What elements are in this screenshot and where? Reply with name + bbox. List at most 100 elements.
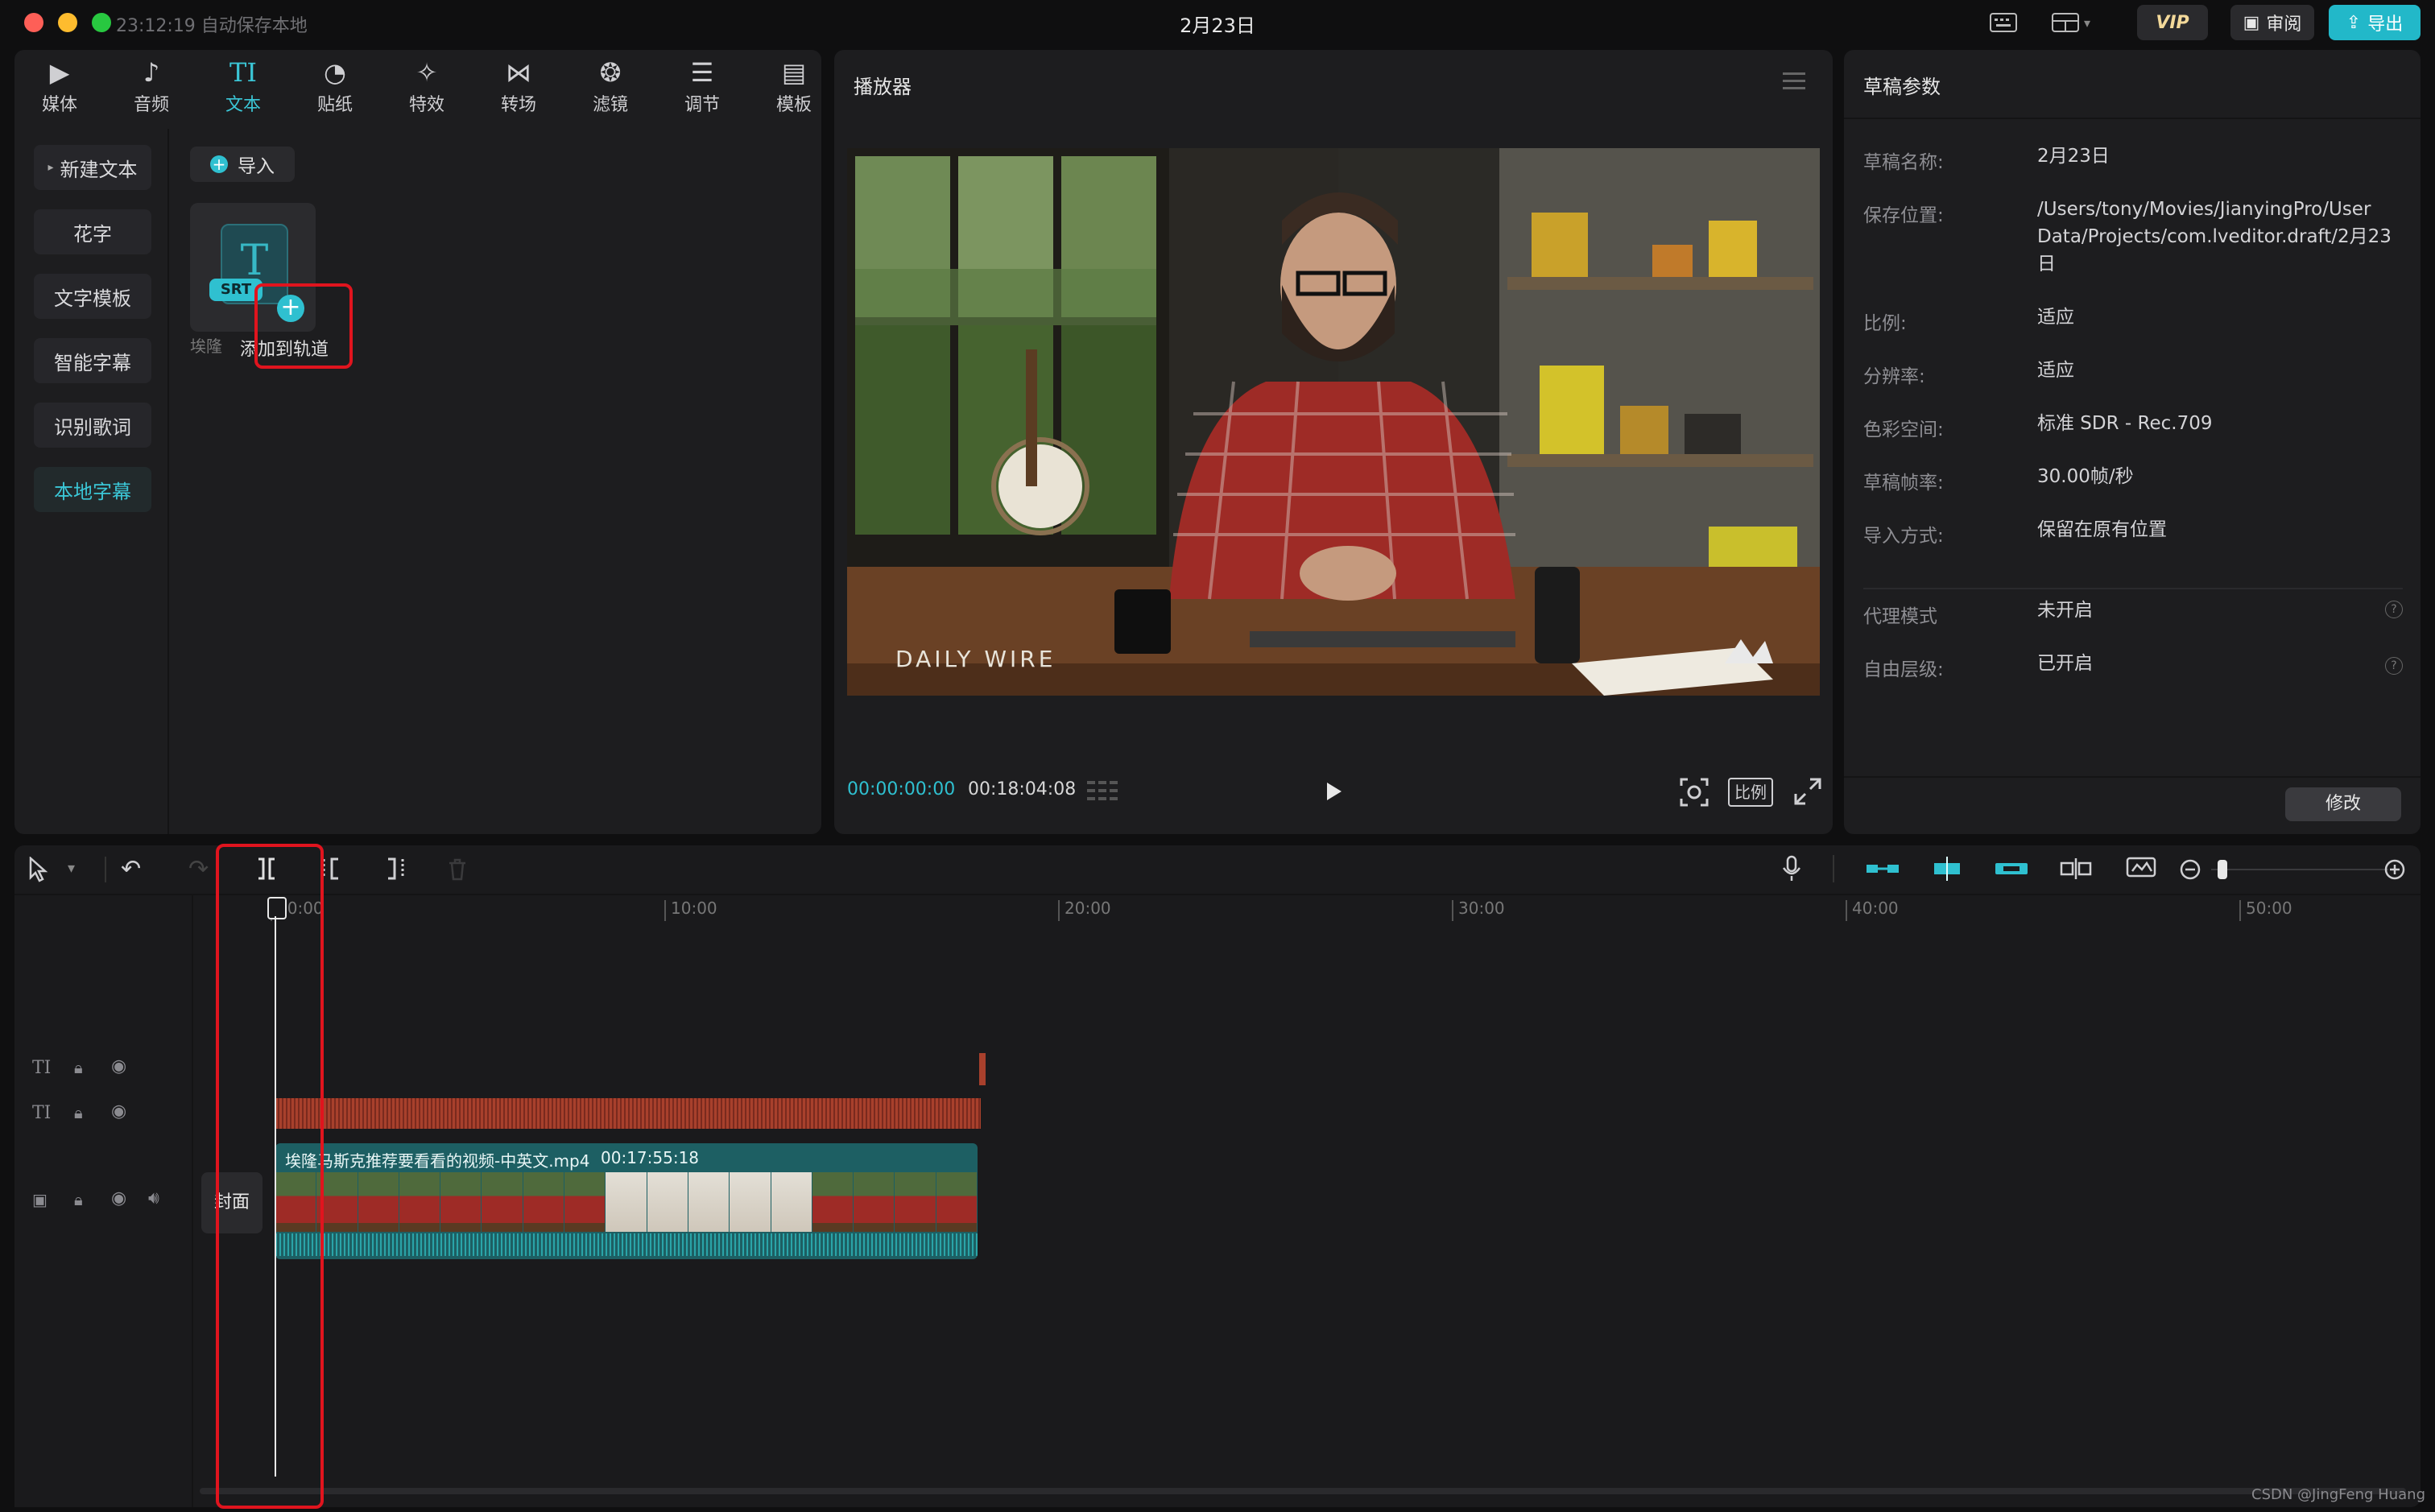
eye-icon[interactable]: ◉ [111, 1056, 126, 1076]
sidebar-item[interactable]: 文字模板 [34, 274, 151, 319]
filmstrip-thumbnail [936, 1172, 977, 1232]
microphone-icon[interactable] [1781, 855, 1802, 882]
export-button[interactable]: ⇪ 导出 [2329, 5, 2421, 40]
panel-divider [167, 129, 169, 834]
trim-right-icon[interactable] [385, 857, 406, 881]
layout-icon[interactable]: ▾ [2039, 5, 2103, 40]
linkage-icon[interactable] [1995, 860, 2028, 878]
subtitle-clip-end[interactable] [979, 1053, 986, 1085]
filmstrip-thumbnail [358, 1172, 399, 1232]
clip-waveform [275, 1233, 978, 1256]
library-item-name: 埃隆 [190, 337, 222, 356]
filmstrip-thumbnail [812, 1172, 854, 1232]
filter-icon: ❂ [599, 57, 622, 88]
menu-icon[interactable] [1783, 72, 1805, 92]
eye-icon[interactable]: ◉ [111, 1101, 126, 1122]
lock-icon[interactable]: 🔒︎ [74, 1190, 83, 1209]
review-button[interactable]: ▣ 审阅 [2230, 5, 2314, 40]
timeline-list-icon[interactable] [1087, 779, 1119, 802]
tab-adjust[interactable]: ☰ 调节 [662, 55, 742, 119]
tab-text[interactable]: TI 文本 [203, 55, 283, 119]
property-label: 比例: [1863, 313, 1907, 334]
filmstrip-thumbnail [399, 1172, 440, 1232]
player-total-time: 00:18:04:08 [968, 779, 1077, 799]
redo-icon[interactable]: ↷ [188, 855, 209, 883]
title-bar: 23:12:19 自动保存本地 2月23日 ▾ VIP ▣ 审阅 ⇪ 导出 [0, 0, 2435, 45]
ruler-tick [1846, 900, 1847, 921]
vip-button[interactable]: VIP [2137, 5, 2208, 40]
chevron-down-icon[interactable]: ▾ [68, 860, 75, 877]
tab-filter[interactable]: ❂ 滤镜 [570, 55, 651, 119]
help-icon[interactable]: ? [2385, 601, 2403, 618]
import-button[interactable]: + 导入 [190, 147, 295, 182]
property-value: 适应 [2037, 360, 2074, 381]
tab-label: 模板 [775, 95, 812, 115]
tab-transition[interactable]: ⋈ 转场 [478, 55, 559, 119]
eye-icon[interactable]: ◉ [111, 1188, 126, 1208]
link-main-track-icon[interactable] [1867, 860, 1899, 878]
tab-label: 特效 [408, 95, 444, 115]
sidebar-item[interactable]: 智能字幕 [34, 338, 151, 383]
fullscreen-icon[interactable] [1794, 778, 1821, 805]
zoom-in-icon[interactable] [2383, 858, 2406, 881]
filmstrip-thumbnail [523, 1172, 564, 1232]
filmstrip-thumbnail [440, 1172, 482, 1232]
modify-button[interactable]: 修改 [2285, 787, 2401, 821]
preview-axis-icon[interactable] [2060, 857, 2092, 881]
tab-label: 转场 [500, 95, 536, 115]
highlight-box-add [254, 283, 353, 369]
play-icon[interactable] [1321, 779, 1345, 804]
sticker-icon: ◔ [324, 57, 346, 88]
property-label: 草稿帧率: [1863, 473, 1944, 494]
property-label: 导入方式: [1863, 526, 1944, 547]
tab-template[interactable]: ▤ 模板 [754, 55, 834, 119]
properties-footer-divider [1844, 776, 2421, 778]
zoom-out-icon[interactable] [2179, 858, 2201, 881]
effects-icon: ✧ [415, 57, 438, 88]
watermark-text: DAILY WIRE [895, 646, 1056, 672]
timeline-scrollbar[interactable] [200, 1488, 2406, 1494]
zoom-slider-handle[interactable] [2218, 860, 2227, 879]
property-value: 已开启 [2037, 653, 2093, 674]
subtitle-track-clips[interactable] [275, 1098, 981, 1129]
tab-media[interactable]: ▶ 媒体 [19, 55, 100, 119]
template-icon: ▤ [781, 57, 807, 88]
review-icon: ▣ [2243, 12, 2260, 33]
filmstrip-thumbnail [895, 1172, 936, 1232]
ratio-button[interactable]: 比例 [1728, 778, 1773, 807]
zoom-slider-track[interactable] [2211, 869, 2388, 870]
tab-effects[interactable]: ✧ 特效 [387, 55, 467, 119]
properties-title: 草稿参数 [1863, 76, 1941, 98]
delete-icon[interactable] [448, 858, 467, 881]
select-tool-icon[interactable] [27, 856, 52, 882]
sidebar-item[interactable]: 识别歌词 [34, 403, 151, 448]
thumbnail-icon[interactable] [2126, 857, 2156, 881]
volume-icon[interactable]: 🔊︎ [148, 1188, 159, 1208]
help-icon[interactable]: ? [2385, 657, 2403, 675]
sidebar-item-label: 花字 [73, 222, 112, 246]
property-label: 代理模式 [1863, 606, 1937, 627]
tab-audio[interactable]: ♪ 音频 [111, 55, 192, 119]
tab-label: 贴纸 [316, 95, 353, 115]
credit-watermark: CSDN @JingFeng Huang [2251, 1486, 2425, 1503]
keyboard-icon[interactable] [1981, 5, 2026, 40]
video-clip[interactable]: 埃隆马斯克推荐要看看的视频-中英文.mp4 00:17:55:18 [275, 1143, 978, 1259]
ruler-tick [1058, 900, 1060, 921]
sidebar-item[interactable]: 本地字幕 [34, 467, 151, 512]
chevron-right-icon: ▸ [48, 161, 54, 174]
properties-separator [1863, 588, 2403, 589]
tab-sticker[interactable]: ◔ 贴纸 [295, 55, 375, 119]
video-preview[interactable]: DAILY WIRE [847, 148, 1820, 696]
lock-icon[interactable]: 🔒︎ [74, 1058, 83, 1077]
magnet-snap-icon[interactable] [1931, 857, 1963, 881]
tab-label: 音频 [133, 95, 169, 115]
sidebar-item[interactable]: 花字 [34, 209, 151, 254]
fit-screen-icon[interactable] [1680, 778, 1709, 807]
filmstrip-thumbnail [854, 1172, 895, 1232]
sidebar-item[interactable]: ▸ 新建文本 [34, 145, 151, 190]
lock-icon[interactable]: 🔒︎ [74, 1103, 83, 1122]
filmstrip-thumbnail [606, 1172, 647, 1232]
clip-duration: 00:17:55:18 [601, 1148, 700, 1167]
video-track-icon: ▣ [32, 1190, 48, 1209]
undo-icon[interactable]: ↶ [121, 855, 141, 883]
